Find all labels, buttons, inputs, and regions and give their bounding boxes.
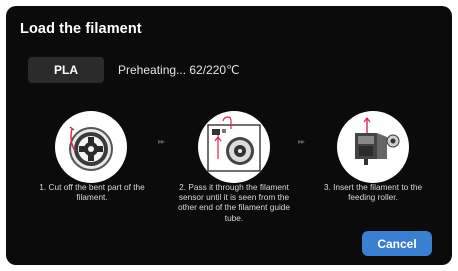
preheat-status: Preheating... 62/220℃ [118,63,240,77]
step-3-image [337,111,409,183]
filament-spool-icon [69,126,113,171]
extruder-icon [355,117,400,165]
step-1-image [55,111,127,183]
cancel-button[interactable]: Cancel [362,231,432,256]
filament-sensor-icon [207,116,261,172]
step-2-text: 2. Pass it through the filament sensor u… [177,182,291,223]
step-2-image [198,111,270,183]
dialog-title: Load the filament [20,21,142,37]
material-badge: PLA [28,57,104,83]
step-3-text: 3. Insert the filament to the feeding ro… [323,182,423,203]
load-filament-dialog: Load the filament PLA Preheating... 62/2… [6,6,452,265]
step-separator-2: ▸▸ [298,137,305,146]
step-1-text: 1. Cut off the bent part of the filament… [39,182,145,203]
step-separator-1: ▸▸ [158,137,165,146]
